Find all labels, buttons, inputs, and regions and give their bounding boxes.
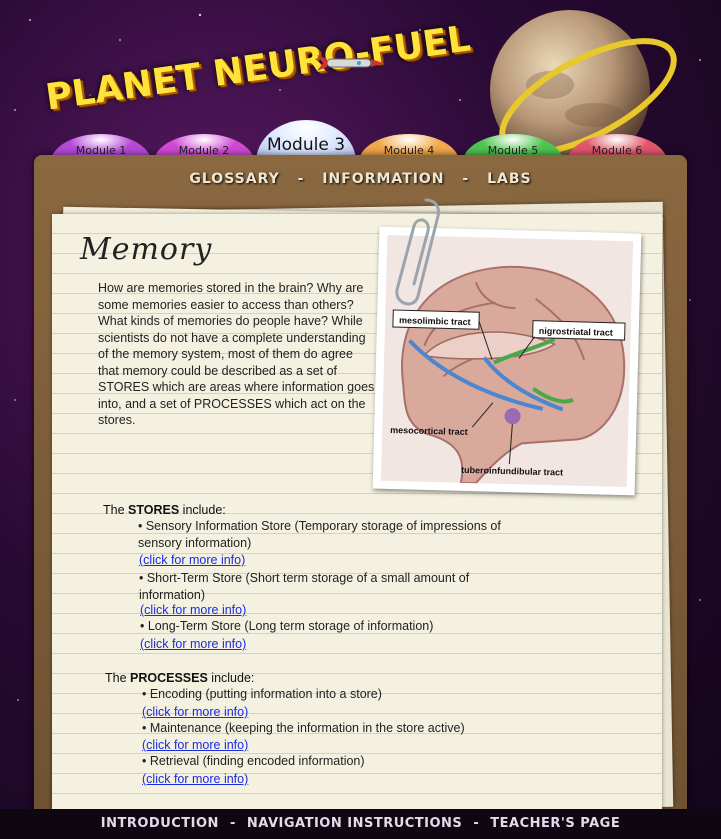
processes-heading: The PROCESSES include:	[105, 671, 255, 685]
page-title: Memory	[80, 232, 213, 267]
nav-information-link[interactable]: INFORMATION	[322, 171, 444, 187]
footer-navigation-link[interactable]: NAVIGATION INSTRUCTIONS	[247, 816, 462, 831]
site-logo[interactable]: PLANET NEURO-FUEL	[43, 18, 473, 118]
footer-navigation: INTRODUCTION - NAVIGATION INSTRUCTIONS -…	[0, 809, 721, 839]
list-item: • Short-Term Store (Short term storage o…	[139, 571, 470, 602]
list-item: • Long-Term Store (Long term storage of …	[140, 619, 434, 633]
label-mesolimbic: mesolimbic tract	[399, 315, 471, 327]
rocket-icon	[317, 55, 383, 71]
nav-separator: -	[297, 171, 305, 187]
more-info-link[interactable]: (click for more info)	[139, 553, 245, 567]
top-navigation: GLOSSARY - INFORMATION - LABS	[34, 171, 687, 187]
more-info-link[interactable]: (click for more info)	[142, 705, 248, 719]
more-info-link[interactable]: (click for more info)	[142, 772, 248, 786]
list-item: • Maintenance (keeping the information i…	[142, 721, 465, 735]
list-item: • Sensory Information Store (Temporary s…	[138, 519, 501, 550]
nav-glossary-link[interactable]: GLOSSARY	[189, 171, 279, 187]
stores-heading: The STORES include:	[103, 503, 226, 517]
footer-separator: -	[473, 816, 480, 831]
more-info-link[interactable]: (click for more info)	[140, 637, 246, 651]
list-item: • Retrieval (finding encoded information…	[142, 754, 365, 768]
label-nigrostriatal: nigrostriatal tract	[539, 326, 613, 338]
more-info-link[interactable]: (click for more info)	[140, 603, 246, 617]
paperclip-icon	[395, 198, 440, 306]
label-mesocortical: mesocortical tract	[390, 425, 468, 437]
footer-introduction-link[interactable]: INTRODUCTION	[101, 816, 219, 831]
intro-paragraph: How are memories stored in the brain? Wh…	[98, 281, 375, 427]
footer-teacher-link[interactable]: TEACHER'S PAGE	[490, 816, 620, 831]
more-info-link[interactable]: (click for more info)	[142, 738, 248, 752]
list-item: • Encoding (putting information into a s…	[142, 687, 382, 701]
nav-separator: -	[462, 171, 470, 187]
footer-separator: -	[229, 816, 236, 831]
nav-labs-link[interactable]: LABS	[487, 171, 532, 187]
